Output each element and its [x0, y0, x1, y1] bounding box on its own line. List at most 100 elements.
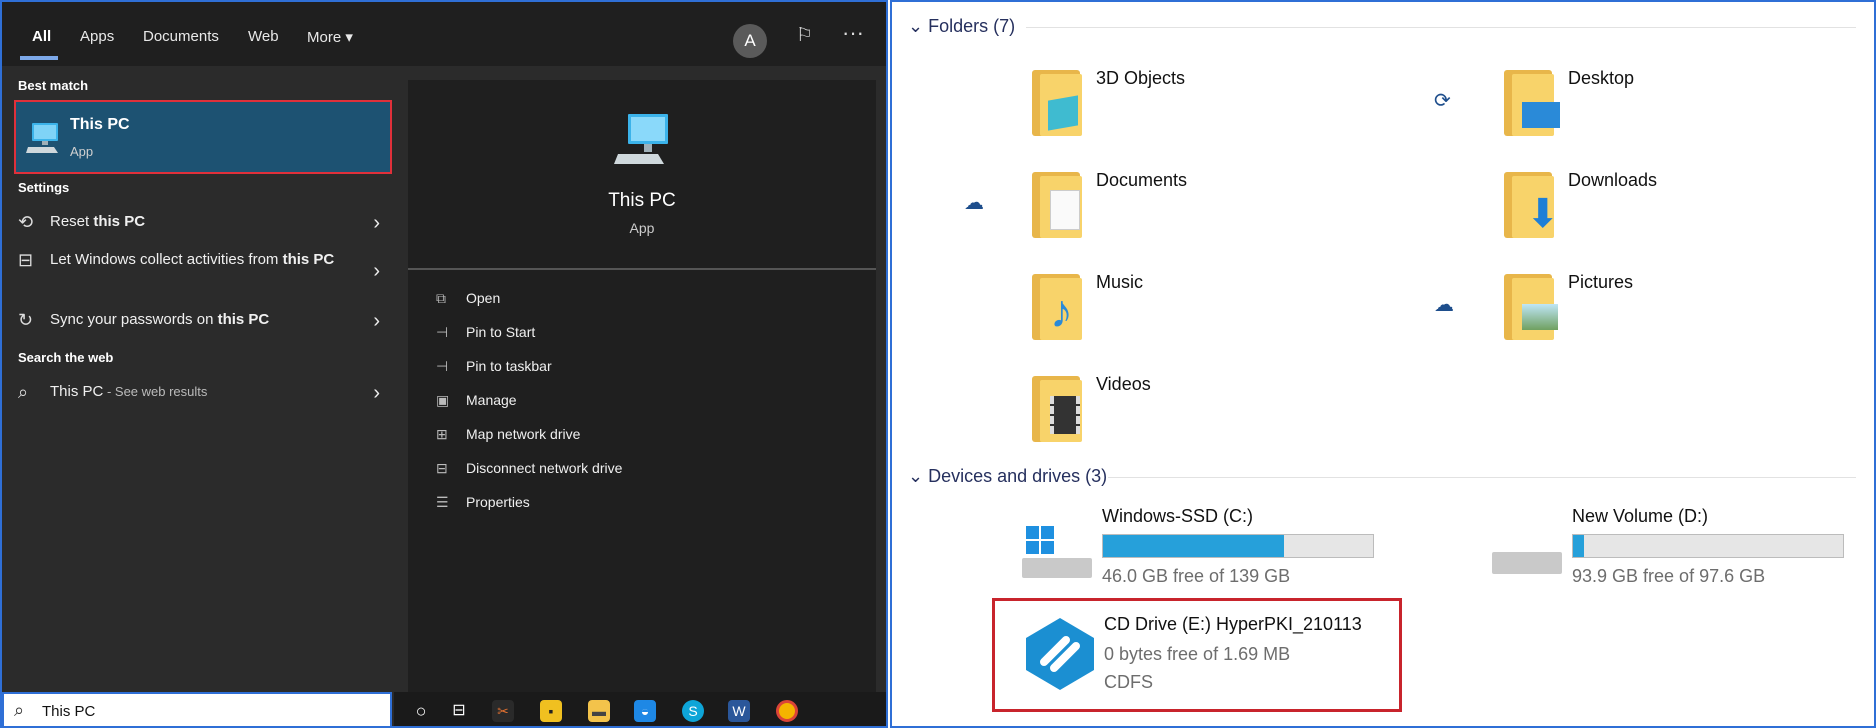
drive-label: Windows-SSD (C:) — [1102, 506, 1254, 526]
action-label: Disconnect network drive — [466, 460, 623, 476]
action-pin-taskbar[interactable]: ⊣ Pin to taskbar — [436, 358, 552, 375]
settings-item-sync[interactable]: ↻ Sync your passwords on this PC › — [18, 310, 380, 334]
tab-more-label: More — [307, 29, 342, 46]
action-disconnect-drive[interactable]: ⊟ Disconnect network drive — [436, 460, 622, 477]
action-label: Open — [466, 290, 501, 306]
action-properties[interactable]: ☰ Properties — [436, 494, 530, 511]
drive-label: New Volume (D:) — [1572, 506, 1709, 526]
tab-all[interactable]: All — [32, 28, 51, 45]
folders-group-header[interactable]: ⌄ Folders (7) — [908, 16, 1858, 37]
folder-icon — [1032, 64, 1082, 136]
best-match-item[interactable]: This PC App — [14, 100, 392, 174]
folder-icon — [1504, 64, 1560, 136]
folder-label: Downloads — [1568, 170, 1658, 190]
picture-icon — [1522, 304, 1558, 330]
folder-label: Desktop — [1568, 68, 1635, 88]
folder-3d-objects[interactable]: 3D Objects — [1032, 64, 1185, 152]
drive-usage-bar — [1572, 534, 1844, 558]
action-label: Map network drive — [466, 426, 581, 442]
folder-label: Documents — [1096, 170, 1188, 190]
music-note-icon: ♪ — [1050, 285, 1073, 337]
label-bold: this PC — [93, 213, 146, 230]
folder-label: Videos — [1096, 374, 1151, 394]
skype-icon[interactable]: S — [682, 700, 704, 722]
open-icon: ⧉ — [436, 290, 446, 306]
cortana-icon[interactable]: ○ — [410, 700, 432, 722]
action-manage[interactable]: ▣ Manage — [436, 392, 517, 409]
chrome-icon[interactable] — [776, 700, 798, 722]
search-box[interactable]: ⌕ — [2, 692, 392, 726]
action-label: Properties — [466, 494, 530, 510]
drive-free-space: 46.0 GB free of 139 GB — [1102, 566, 1291, 586]
label-text: Let Windows collect activities from — [50, 251, 283, 268]
folder-icon — [1504, 268, 1558, 340]
best-match-subtitle: App — [70, 144, 94, 159]
folder-desktop[interactable]: Desktop — [1504, 64, 1634, 152]
search-panel: All Apps Documents Web More ▾ A ⚐ ··· Be… — [0, 0, 888, 728]
search-input[interactable] — [42, 700, 372, 722]
feedback-icon[interactable]: ⚐ — [796, 24, 813, 47]
settings-item-activity[interactable]: ⊟ Let Windows collect activities from th… — [18, 250, 380, 294]
computer-icon — [26, 123, 58, 153]
folder-music[interactable]: ♪ Music — [1032, 268, 1152, 356]
sync-icon: ↻ — [18, 310, 34, 330]
file-explorer-icon[interactable]: ▬ — [588, 700, 610, 722]
web-result-item[interactable]: ⌕ This PC - See web results › — [18, 382, 380, 406]
divider — [408, 268, 876, 270]
drive-usage-bar — [1102, 534, 1374, 558]
label-text: Reset — [50, 213, 94, 230]
chevron-down-icon: ⌄ — [908, 16, 924, 36]
folder-label: Music — [1096, 272, 1144, 292]
folder-label: Pictures — [1568, 272, 1634, 292]
avatar[interactable]: A — [733, 24, 767, 58]
folder-downloads[interactable]: ⬇ Downloads — [1504, 166, 1657, 254]
film-strip-icon — [1050, 396, 1080, 434]
preview-subtitle: App — [629, 220, 655, 236]
action-pin-start[interactable]: ⊣ Pin to Start — [436, 324, 535, 341]
sticky-notes-icon[interactable]: ▪ — [540, 700, 562, 722]
action-map-drive[interactable]: ⊞ Map network drive — [436, 426, 580, 443]
tab-documents[interactable]: Documents — [143, 28, 219, 45]
reset-icon: ⟲ — [18, 212, 34, 232]
hard-drive-icon — [1492, 552, 1562, 574]
folder-videos[interactable]: Videos — [1032, 370, 1152, 458]
search-icon: ⌕ — [18, 382, 29, 402]
chevron-down-icon: ⌄ — [908, 466, 924, 486]
web-result-label: This PC - See web results — [50, 382, 207, 402]
best-match-title: This PC — [70, 116, 130, 133]
action-label: Pin to taskbar — [466, 358, 552, 374]
active-tab-indicator — [20, 56, 58, 60]
label-text: Sync your passwords on — [50, 311, 218, 328]
search-tabs: All Apps Documents Web More ▾ A ⚐ ··· — [2, 2, 886, 66]
chevron-right-icon: › — [373, 310, 380, 332]
download-arrow-icon: ⬇ — [1526, 192, 1560, 236]
drive-free-space: 93.9 GB free of 97.6 GB — [1572, 566, 1766, 586]
pin-icon: ⊣ — [436, 358, 449, 374]
preview-title: This PC — [608, 190, 676, 211]
drive-d[interactable]: New Volume (D:) 93.9 GB free of 97.6 GB — [1492, 506, 1872, 590]
settings-item-label: Let Windows collect activities from this… — [50, 250, 350, 270]
drive-c[interactable]: Windows-SSD (C:) 46.0 GB free of 139 GB — [1022, 506, 1402, 590]
tab-more[interactable]: More ▾ — [307, 28, 353, 46]
manage-icon: ▣ — [436, 392, 450, 408]
word-icon[interactable]: W — [728, 700, 750, 722]
search-icon: ⌕ — [14, 700, 25, 720]
action-label: Manage — [466, 392, 517, 408]
properties-icon: ☰ — [436, 494, 449, 510]
computer-icon — [614, 114, 668, 164]
settings-item-reset[interactable]: ⟲ Reset this PC › — [18, 212, 380, 236]
drive-usage-fill — [1573, 535, 1584, 557]
folder-pictures[interactable]: Pictures — [1504, 268, 1633, 356]
tab-web[interactable]: Web — [248, 28, 279, 45]
windows-drive-icon — [1022, 526, 1092, 580]
drives-group-header[interactable]: ⌄ Devices and drives (3) — [908, 466, 1858, 487]
task-view-icon[interactable]: ⊟ — [448, 700, 470, 722]
snipping-tool-icon[interactable]: ✂ — [492, 700, 514, 722]
folder-documents[interactable]: Documents — [1032, 166, 1187, 254]
more-options-icon[interactable]: ··· — [842, 20, 864, 46]
folder-label: 3D Objects — [1096, 68, 1186, 88]
action-open[interactable]: ⧉ Open — [436, 290, 500, 307]
tab-apps[interactable]: Apps — [80, 28, 114, 45]
cloud-icon: ☁ — [1434, 294, 1454, 316]
outlook-icon[interactable]: ◒ — [634, 700, 656, 722]
